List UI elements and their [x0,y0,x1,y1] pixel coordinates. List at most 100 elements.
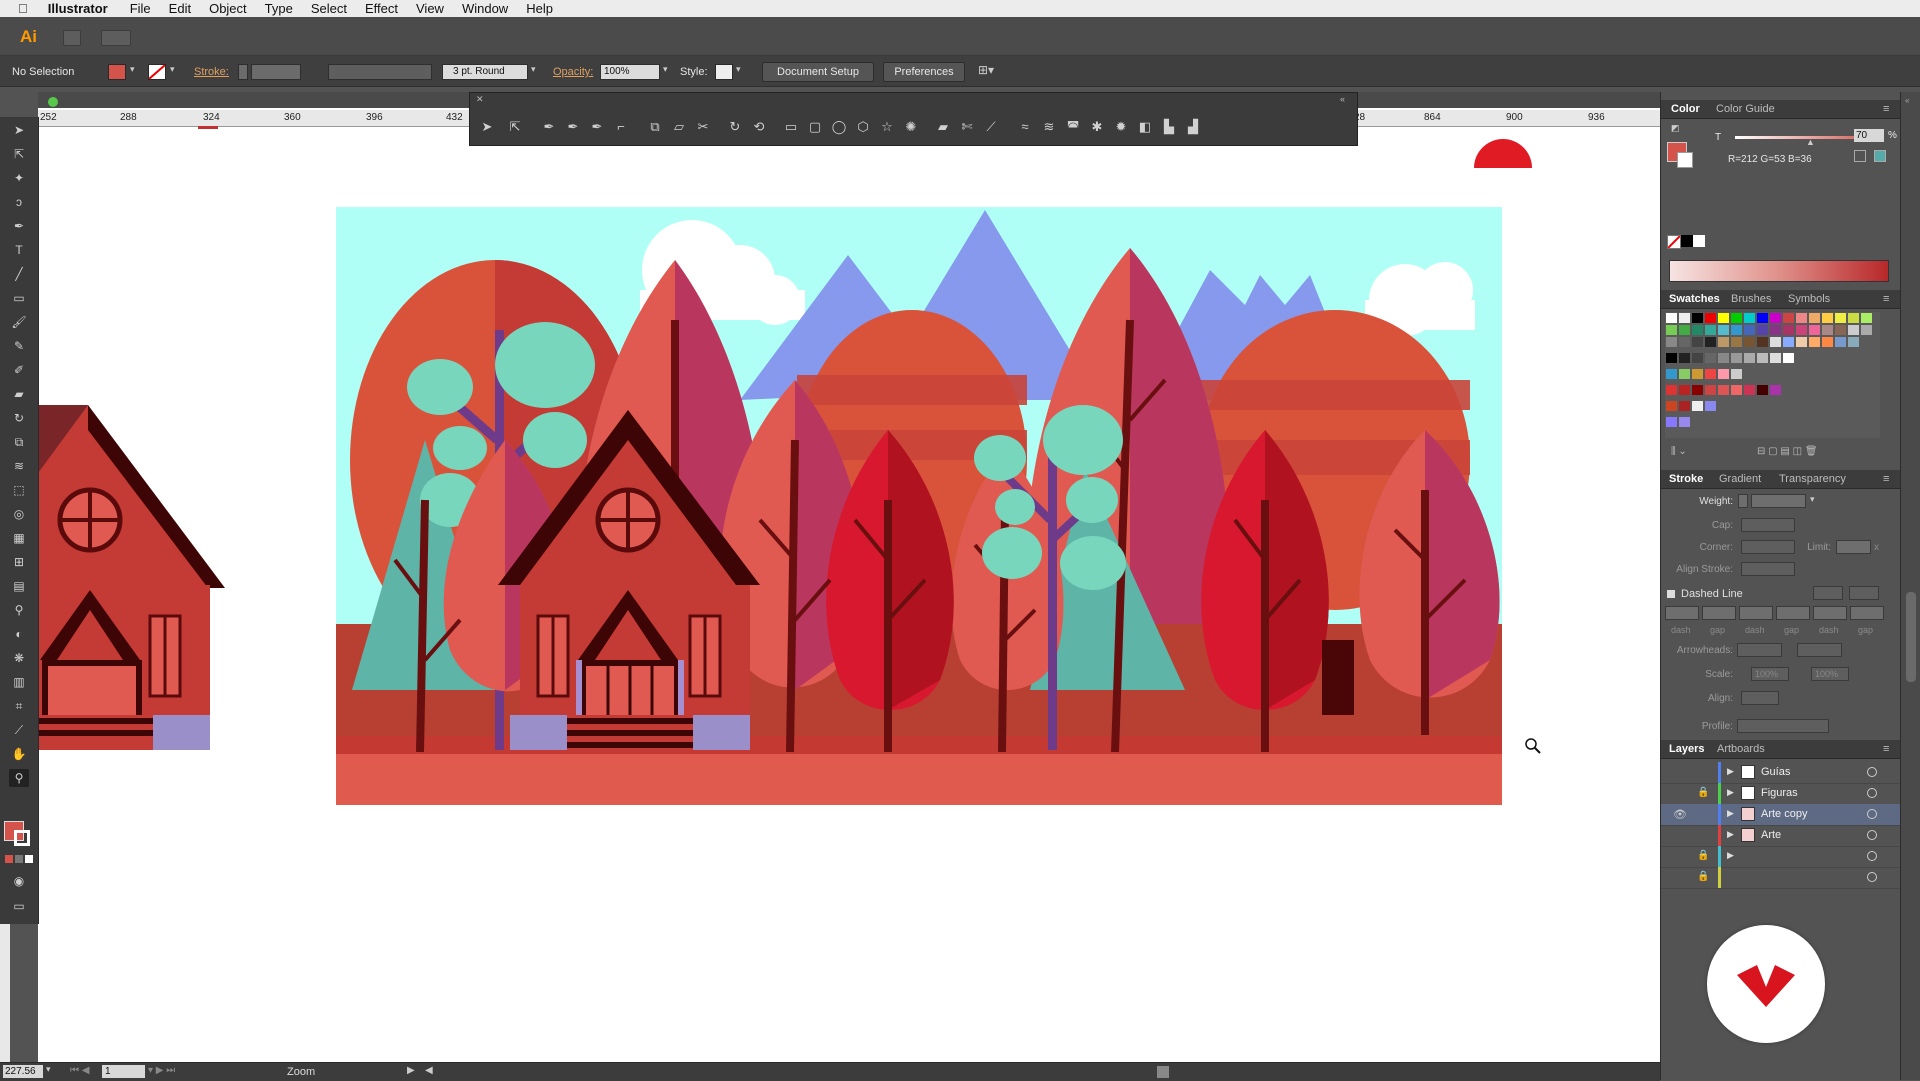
perspective-icon[interactable]: ▦ [9,529,29,547]
layer-row-selected[interactable]: 👁 ▶ Arte copy [1661,804,1901,826]
pucker-icon[interactable]: ✱ [1088,118,1106,136]
chevron-down-icon[interactable]: ▾ [130,64,135,75]
scroll-left-icon[interactable]: ◀ [425,1065,433,1076]
horizontal-scroll-thumb[interactable] [1157,1066,1169,1078]
pencil-icon[interactable]: ✎ [9,337,29,355]
stroke-color-swatch[interactable] [1677,152,1693,168]
reflect-icon[interactable]: ⟲ [750,118,768,136]
magic-wand-icon[interactable]: ✦ [9,169,29,187]
variable-width-profile[interactable] [328,64,432,80]
graphic-style-swatch[interactable] [715,64,733,80]
none-mode-icon[interactable] [25,855,33,863]
web-safe-icon[interactable] [1874,150,1886,162]
color-spectrum[interactable] [1669,260,1889,282]
tab-stroke[interactable]: Stroke [1669,473,1703,485]
add-anchor-icon[interactable]: ✒ [564,118,582,136]
ellipse-icon[interactable]: ◯ [830,118,848,136]
tab-color[interactable]: Color [1671,103,1700,115]
selection-icon[interactable]: ➤ [478,118,496,136]
layer-row[interactable]: 🔒 ▶ [1661,846,1901,868]
brush-definition[interactable]: 3 pt. Round [442,64,528,80]
none-color-swatch[interactable] [1667,235,1681,249]
gap-field-1[interactable] [1702,606,1736,620]
rectangle-icon[interactable]: ▭ [9,289,29,307]
target-circle-icon[interactable] [1867,872,1877,882]
tint-value-field[interactable]: 70 [1854,129,1884,142]
rounded-rectangle-icon[interactable]: ▢ [806,118,824,136]
end-scale-field[interactable]: 100% [1811,667,1849,681]
black-swatch[interactable] [1681,235,1693,247]
status-menu-icon[interactable]: ▶ [407,1065,415,1076]
artboard-icon[interactable]: ⌗ [9,697,29,715]
chevron-down-icon[interactable]: ▾ [663,64,668,75]
arrange-icon[interactable]: ⊞▾ [978,63,994,77]
corner-buttons[interactable] [1741,540,1795,554]
stroke-stepper[interactable] [238,64,248,80]
eraser-icon[interactable]: ▰ [934,118,952,136]
delete-anchor-icon[interactable]: ✒ [588,118,606,136]
lasso-icon[interactable]: ↄ [9,193,29,211]
white-swatch[interactable] [1693,235,1705,247]
tab-swatches[interactable]: Swatches [1669,293,1720,305]
target-circle-icon[interactable] [1867,767,1877,777]
chevron-down-icon[interactable]: ▾ [170,64,175,75]
screen-mode-icon[interactable]: ▭ [9,897,29,915]
flare-icon[interactable]: ✺ [902,118,920,136]
bloat-icon[interactable]: ✹ [1112,118,1130,136]
width-icon[interactable]: ≈ [1016,118,1034,136]
tab-artboards[interactable]: Artboards [1717,743,1765,755]
paintbrush-icon[interactable]: 🖌 [9,313,29,331]
symbol-sprayer-icon[interactable]: ❋ [9,649,29,667]
knife-icon[interactable]: ⟋ [982,118,1000,136]
tab-symbols[interactable]: Symbols [1788,293,1830,305]
panel-menu-icon[interactable]: ≡ [1883,743,1889,755]
align-stroke-buttons[interactable] [1741,562,1795,576]
chevron-down-icon[interactable]: ▾ [531,64,536,75]
direct-selection-icon[interactable]: ⇱ [9,145,29,163]
mesh-icon[interactable]: ⊞ [9,553,29,571]
stroke-label[interactable]: Stroke: [194,66,229,78]
scallop-icon[interactable]: ◧ [1136,118,1154,136]
target-circle-icon[interactable] [1867,851,1877,861]
slice-icon[interactable]: ⟋ [9,721,29,739]
dash-adjust-button[interactable] [1849,586,1879,600]
panel-menu-icon[interactable]: ≡ [1883,473,1889,485]
menu-select[interactable]: Select [311,1,347,16]
polygon-icon[interactable]: ⬡ [854,118,872,136]
twirl-icon[interactable]: ◚ [1064,118,1082,136]
menu-view[interactable]: View [416,1,444,16]
dash-align-button[interactable] [1813,586,1843,600]
window-zoom-dot[interactable] [48,97,58,107]
blend-icon[interactable]: ◐ [9,625,29,643]
menu-help[interactable]: Help [526,1,553,16]
tab-brushes[interactable]: Brushes [1731,293,1771,305]
first-artboard-icon[interactable]: ⏮ ◀ [70,1065,89,1076]
fill-color-swatch[interactable] [108,64,126,80]
scale-icon[interactable]: ⧉ [646,118,664,136]
arrow-align-buttons[interactable] [1741,691,1779,705]
end-arrowhead-select[interactable] [1797,643,1842,657]
collapse-icon[interactable]: « [1340,94,1345,104]
pen-icon[interactable]: ✒ [540,118,558,136]
hand-icon[interactable]: ✋ [9,745,29,763]
eraser-icon[interactable]: ▰ [9,385,29,403]
blob-brush-icon[interactable]: ✐ [9,361,29,379]
menu-file[interactable]: File [130,1,151,16]
chevron-down-icon[interactable]: ▾ [46,1064,51,1075]
chevron-down-icon[interactable]: ▾ [1810,494,1815,505]
menu-edit[interactable]: Edit [169,1,191,16]
preferences-button[interactable]: Preferences [883,62,965,82]
limit-field[interactable] [1836,540,1871,554]
chevron-down-icon[interactable]: ▾ [736,64,741,75]
graph-icon[interactable]: ▥ [9,673,29,691]
convert-anchor-icon[interactable]: ⌐ [612,118,630,136]
next-artboard-icon[interactable]: ▾ ▶ ⏭ [148,1065,175,1076]
cap-buttons[interactable] [1741,518,1795,532]
weight-field[interactable] [1751,494,1806,508]
start-scale-field[interactable]: 100% [1751,667,1789,681]
menu-window[interactable]: Window [462,1,508,16]
group-selection-icon[interactable]: ⇱ [506,118,524,136]
tab-gradient[interactable]: Gradient [1719,473,1761,485]
disclosure-triangle-icon[interactable]: ▶ [1727,808,1734,819]
star-icon[interactable]: ☆ [878,118,896,136]
